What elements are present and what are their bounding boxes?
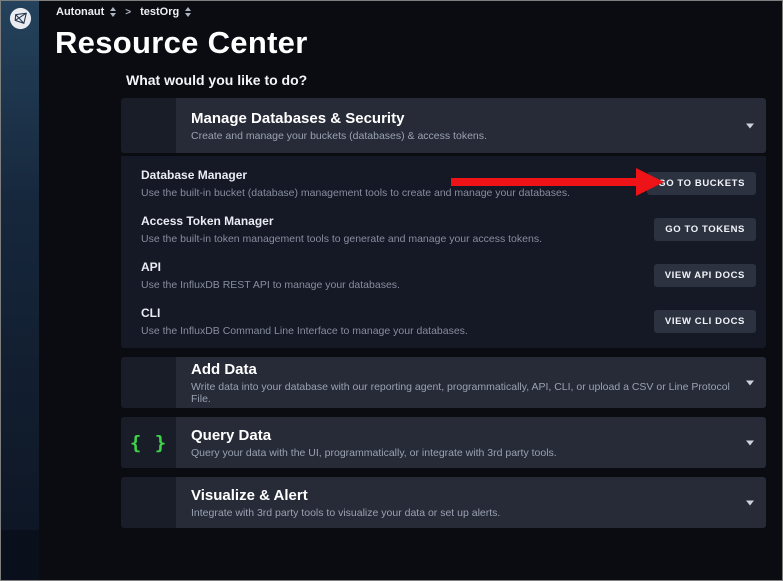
sidebar bbox=[1, 1, 39, 580]
view-cli-docs-button[interactable]: VIEW CLI DOCS bbox=[654, 310, 756, 333]
panel-description: Query your data with the UI, programmati… bbox=[191, 447, 736, 459]
breadcrumb-separator: > bbox=[125, 7, 131, 18]
row-description: Use the built-in bucket (database) manag… bbox=[141, 187, 570, 199]
panel-add-data-header[interactable]: Add Data Write data into your database w… bbox=[121, 357, 766, 408]
row-description: Use the InfluxDB Command Line Interface … bbox=[141, 325, 468, 337]
org-name: Autonaut bbox=[56, 6, 104, 18]
panel-query-data-header[interactable]: { } Query Data Query your data with the … bbox=[121, 417, 766, 468]
panels-list: Manage Databases & Security Create and m… bbox=[121, 98, 766, 528]
panel-visualize-alert-header[interactable]: Visualize & Alert Integrate with 3rd par… bbox=[121, 477, 766, 528]
row-title: Access Token Manager bbox=[141, 214, 542, 228]
panel-title: Visualize & Alert bbox=[191, 487, 736, 504]
panel-title: Manage Databases & Security bbox=[191, 110, 736, 127]
view-api-docs-button[interactable]: VIEW API DOCS bbox=[654, 264, 756, 287]
panel-description: Integrate with 3rd party tools to visual… bbox=[191, 507, 736, 519]
sidebar-item-settings[interactable] bbox=[1, 102, 39, 128]
panel-header-text: Add Data Write data into your database w… bbox=[176, 357, 766, 408]
panel-title: Add Data bbox=[191, 361, 736, 378]
api-row: API Use the InfluxDB REST API to manage … bbox=[121, 252, 766, 298]
row-title: CLI bbox=[141, 306, 468, 320]
page-question: What would you like to do? bbox=[126, 72, 307, 88]
panel-icon-cell bbox=[121, 477, 176, 528]
breadcrumb: Autonaut > testOrg bbox=[56, 6, 191, 18]
panel-icon-cell: { } bbox=[121, 417, 176, 468]
row-description: Use the InfluxDB REST API to manage your… bbox=[141, 279, 400, 291]
page-title: Resource Center bbox=[55, 25, 308, 61]
access-token-manager-row: Access Token Manager Use the built-in to… bbox=[121, 206, 766, 252]
cli-row: CLI Use the InfluxDB Command Line Interf… bbox=[121, 298, 766, 344]
panel-header-text: Manage Databases & Security Create and m… bbox=[176, 98, 766, 153]
braces-icon: { } bbox=[130, 432, 167, 454]
sort-carets-icon bbox=[185, 7, 191, 17]
panel-manage-databases-header[interactable]: Manage Databases & Security Create and m… bbox=[121, 98, 766, 153]
panel-icon-cell bbox=[121, 98, 176, 153]
project-dropdown[interactable]: testOrg bbox=[140, 6, 191, 18]
sidebar-item-data-explorer[interactable] bbox=[1, 76, 39, 102]
chevron-down-icon[interactable] bbox=[746, 380, 754, 385]
project-name: testOrg bbox=[140, 6, 179, 18]
chevron-down-icon[interactable] bbox=[746, 123, 754, 128]
panel-icon-cell bbox=[121, 357, 176, 408]
panel-header-text: Query Data Query your data with the UI, … bbox=[176, 417, 766, 468]
chevron-down-icon[interactable] bbox=[746, 440, 754, 445]
manage-expanded-section: Database Manager Use the built-in bucket… bbox=[121, 156, 766, 348]
row-description: Use the built-in token management tools … bbox=[141, 233, 542, 245]
chevron-down-icon[interactable] bbox=[746, 500, 754, 505]
go-to-buckets-button[interactable]: GO TO BUCKETS bbox=[647, 172, 756, 195]
help-button[interactable] bbox=[1, 499, 39, 525]
sidebar-item-load-data[interactable] bbox=[1, 50, 39, 76]
row-title: API bbox=[141, 260, 400, 274]
main-content: Autonaut > testOrg Resource Center What … bbox=[39, 1, 782, 580]
collapse-sidebar-button[interactable] bbox=[1, 530, 39, 580]
influxdb-logo-icon[interactable] bbox=[7, 5, 33, 31]
database-manager-row: Database Manager Use the built-in bucket… bbox=[121, 160, 766, 206]
panel-title: Query Data bbox=[191, 427, 736, 444]
panel-header-text: Visualize & Alert Integrate with 3rd par… bbox=[176, 477, 766, 528]
resource-center-screen: Autonaut > testOrg Resource Center What … bbox=[0, 0, 783, 581]
org-dropdown[interactable]: Autonaut bbox=[56, 6, 116, 18]
sort-carets-icon bbox=[110, 7, 116, 17]
go-to-tokens-button[interactable]: GO TO TOKENS bbox=[654, 218, 756, 241]
panel-description: Write data into your database with our r… bbox=[191, 381, 736, 405]
row-title: Database Manager bbox=[141, 168, 570, 182]
panel-description: Create and manage your buckets (database… bbox=[191, 130, 736, 142]
